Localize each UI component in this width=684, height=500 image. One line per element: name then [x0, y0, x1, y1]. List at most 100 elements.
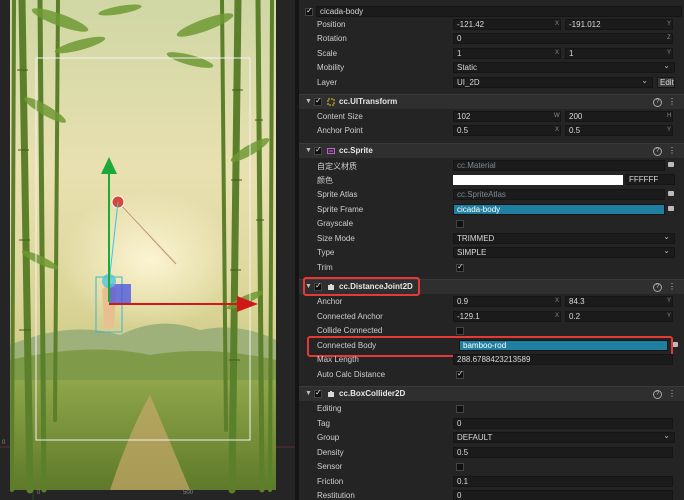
sprite-frame-row: Sprite Frame cicada-body	[299, 203, 684, 217]
editing-checkbox[interactable]	[456, 405, 464, 413]
connected-anchor-y-input[interactable]: 0.2	[565, 311, 673, 322]
type-select[interactable]: SIMPLE	[453, 246, 675, 258]
type-row: Type SIMPLE	[299, 246, 684, 260]
color-label: 颜色	[317, 176, 333, 185]
friction-input[interactable]: 0.1	[453, 476, 673, 487]
layer-edit-button[interactable]: Edit	[657, 77, 675, 88]
mobility-row: Mobility Static	[299, 61, 684, 75]
mobility-select[interactable]: Static	[453, 61, 675, 73]
help-icon[interactable]: ?	[653, 390, 662, 399]
anchor-x-input[interactable]: 0.9	[453, 296, 561, 307]
x-axis-label: X	[555, 298, 560, 304]
anchor-y-input[interactable]: 84.3	[565, 296, 673, 307]
sprite-header[interactable]: ▼ cc.Sprite ? ⋮	[299, 143, 684, 158]
collapse-arrow-icon[interactable]: ▼	[305, 390, 312, 397]
size-mode-select[interactable]: TRIMMED	[453, 232, 675, 244]
collapse-arrow-icon[interactable]: ▼	[305, 98, 312, 105]
grayscale-checkbox[interactable]	[456, 220, 464, 228]
content-size-h-input[interactable]: 200	[565, 111, 673, 122]
anchor-label: Anchor	[317, 297, 343, 306]
custom-material-field[interactable]: cc.Material	[453, 160, 665, 171]
uitransform-header[interactable]: ▼ cc.UITransform ? ⋮	[299, 94, 684, 109]
y-axis-label: Y	[667, 21, 672, 27]
auto-calc-row: Auto Calc Distance	[299, 368, 684, 382]
help-icon[interactable]: ?	[653, 98, 662, 107]
grayscale-label: Grayscale	[317, 219, 354, 228]
layer-label: Layer	[317, 78, 338, 87]
y-axis-label: Y	[667, 298, 672, 304]
auto-calc-checkbox[interactable]	[456, 369, 464, 379]
y-axis-label: Y	[667, 50, 672, 56]
layer-select[interactable]: UI_2D	[453, 76, 653, 88]
x-axis-label: X	[555, 50, 560, 56]
sprite-enabled-checkbox[interactable]	[314, 145, 322, 155]
sensor-row: Sensor	[299, 460, 684, 474]
scale-x-input[interactable]: 1	[453, 48, 561, 59]
type-label: Type	[317, 248, 335, 257]
grayscale-row: Grayscale	[299, 217, 684, 231]
restitution-label: Restitution	[317, 491, 355, 500]
x-axis-label: X	[555, 21, 560, 27]
node-name-input[interactable]: cicada-body	[316, 6, 682, 17]
max-length-input[interactable]: 288.6788423213589	[453, 354, 673, 365]
scale-label: Scale	[317, 49, 338, 58]
component-menu-icon[interactable]: ⋮	[668, 97, 676, 106]
scale-y-input[interactable]: 1	[565, 48, 673, 59]
position-x-input[interactable]: -121.42	[453, 19, 561, 30]
uitransform-title: cc.UITransform	[339, 97, 398, 106]
collide-connected-checkbox[interactable]	[456, 327, 464, 335]
lock-icon[interactable]	[668, 162, 674, 167]
content-size-w-input[interactable]: 102	[453, 111, 561, 122]
box-collider-enabled-checkbox[interactable]	[314, 388, 322, 398]
uitransform-icon	[327, 98, 335, 106]
tag-label: Tag	[317, 419, 330, 428]
component-menu-icon[interactable]: ⋮	[668, 282, 676, 291]
scale-row: Scale 1 X 1 Y	[299, 47, 684, 61]
scene-canvas[interactable]: 0 500 0	[0, 0, 295, 500]
layer-row: Layer UI_2D Edit	[299, 76, 684, 90]
node-active-checkbox[interactable]	[305, 6, 313, 16]
restitution-input[interactable]: 0	[453, 490, 673, 500]
sprite-title: cc.Sprite	[339, 146, 373, 155]
density-input[interactable]: 0.5	[453, 447, 673, 458]
component-menu-icon[interactable]: ⋮	[668, 146, 676, 155]
box-collider-header[interactable]: ▼ cc.BoxCollider2D ? ⋮	[299, 386, 684, 401]
rotation-input[interactable]: 0	[453, 33, 673, 44]
anchor-point-row: Anchor Point 0.5 X 0.5 Y	[299, 124, 684, 138]
lock-icon[interactable]	[668, 191, 674, 196]
uitransform-enabled-checkbox[interactable]	[314, 96, 322, 106]
sensor-label: Sensor	[317, 462, 343, 471]
component-menu-icon[interactable]: ⋮	[668, 389, 676, 398]
help-icon[interactable]: ?	[653, 283, 662, 292]
position-row: Position -121.42 X -191.012 Y	[299, 18, 684, 32]
collapse-arrow-icon[interactable]: ▼	[305, 147, 312, 154]
group-row: Group DEFAULT	[299, 431, 684, 445]
w-axis-label: W	[554, 113, 560, 119]
color-row: 颜色 FFFFFF	[299, 173, 684, 187]
connected-anchor-label: Connected Anchor	[317, 312, 383, 321]
node-name-row: cicada-body	[299, 5, 684, 19]
position-y-input[interactable]: -191.012	[565, 19, 673, 30]
sprite-frame-label: Sprite Frame	[317, 205, 364, 214]
scene-view[interactable]: 0 500 0	[0, 0, 295, 500]
restitution-row: Restitution 0	[299, 489, 684, 500]
lock-icon[interactable]	[668, 206, 674, 211]
trim-checkbox[interactable]	[456, 262, 464, 272]
anchor-point-x-input[interactable]: 0.5	[453, 125, 561, 136]
tag-input[interactable]: 0	[453, 418, 673, 429]
connected-anchor-row: Connected Anchor -129.1 X 0.2 Y	[299, 310, 684, 324]
color-swatch[interactable]	[453, 175, 623, 185]
sprite-atlas-field[interactable]: cc.SpriteAtlas	[453, 189, 665, 200]
help-icon[interactable]: ?	[653, 147, 662, 156]
color-hex-input[interactable]: FFFFFF	[625, 174, 675, 185]
friction-label: Friction	[317, 477, 344, 486]
group-select[interactable]: DEFAULT	[453, 431, 675, 443]
sensor-checkbox[interactable]	[456, 463, 464, 471]
connected-anchor-x-input[interactable]: -129.1	[453, 311, 561, 322]
anchor-point-y-input[interactable]: 0.5	[565, 125, 673, 136]
x-axis-label: X	[555, 127, 560, 133]
y-axis-label: Y	[667, 313, 672, 319]
sprite-frame-field[interactable]: cicada-body	[453, 204, 665, 215]
ruler-mid-label: 500	[183, 490, 194, 496]
auto-calc-label: Auto Calc Distance	[317, 370, 386, 379]
